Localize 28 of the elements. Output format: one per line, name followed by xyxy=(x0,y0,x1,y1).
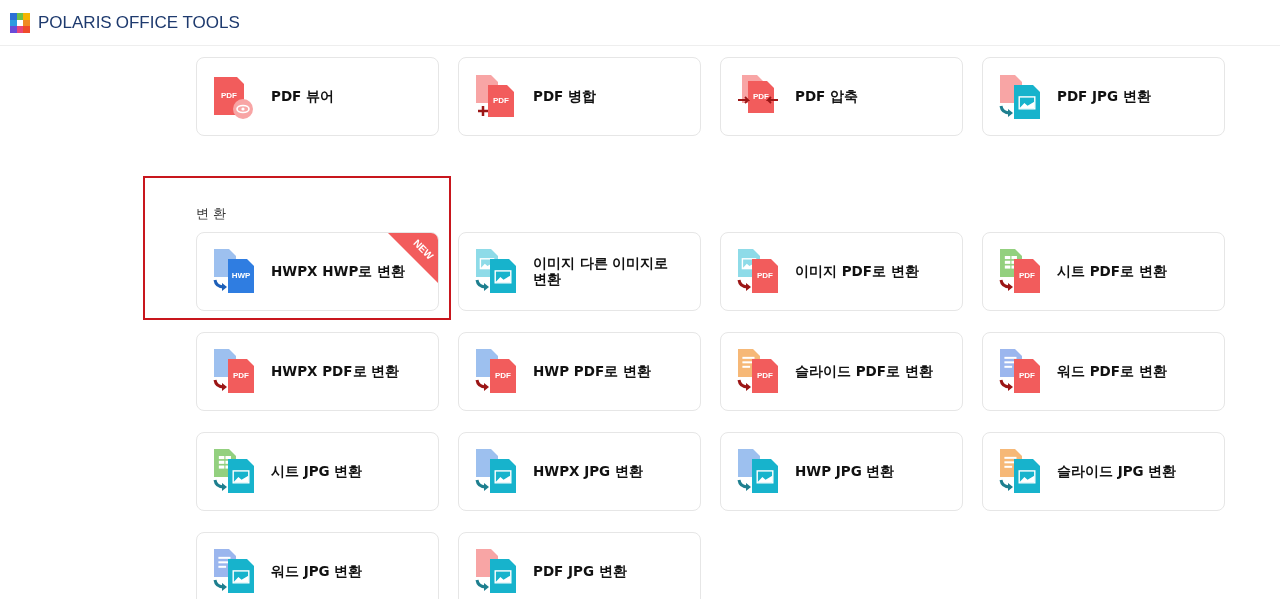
brand-logo-text[interactable]: POLARIS OFFICE TOOLS xyxy=(38,9,240,36)
file-convert-icon xyxy=(474,449,518,493)
tool-card[interactable]: PDF 슬라이드 PDF로 변환 xyxy=(720,331,963,411)
tool-card[interactable]: HWP JPG 변환 xyxy=(720,431,963,511)
logo-icon xyxy=(10,12,30,33)
file-convert-icon xyxy=(998,74,1042,119)
tool-card[interactable]: PDF HWPX PDF로 변환 xyxy=(196,331,439,411)
tool-card[interactable]: PDF PDF 압축 xyxy=(720,57,963,136)
tool-card[interactable]: 이미지 다른 이미지로 변환 xyxy=(458,231,701,311)
file-convert-icon xyxy=(212,549,256,593)
tool-card[interactable]: PDF PDF 병합 xyxy=(458,57,701,136)
tool-card[interactable]: PDF JPG 변환 xyxy=(458,531,701,599)
tool-card[interactable]: PDF JPG 변환 xyxy=(982,57,1225,136)
file-convert-icon xyxy=(474,549,518,593)
tool-card[interactable]: PDF 워드 PDF로 변환 xyxy=(982,331,1225,411)
tool-card[interactable]: PDF HWP PDF로 변환 xyxy=(458,331,701,411)
tool-card[interactable]: PDF 이미지 PDF로 변환 xyxy=(720,231,963,311)
tool-card[interactable]: 슬라이드 JPG 변환 xyxy=(982,431,1225,511)
tool-card[interactable]: PDF 시트 PDF로 변환 xyxy=(982,231,1225,311)
file-convert-icon xyxy=(736,449,780,493)
file-convert-icon xyxy=(998,449,1042,493)
tool-card[interactable]: 워드 JPG 변환 xyxy=(196,531,439,599)
tool-card[interactable]: HWPX JPG 변환 xyxy=(458,431,701,511)
file-convert-icon xyxy=(474,249,518,293)
tool-card[interactable]: PDF PDF 뷰어 xyxy=(196,57,439,136)
file-convert-icon xyxy=(212,449,256,493)
tool-card[interactable]: 시트 JPG 변환 xyxy=(196,431,439,511)
section-title: 변 환 xyxy=(196,205,228,223)
